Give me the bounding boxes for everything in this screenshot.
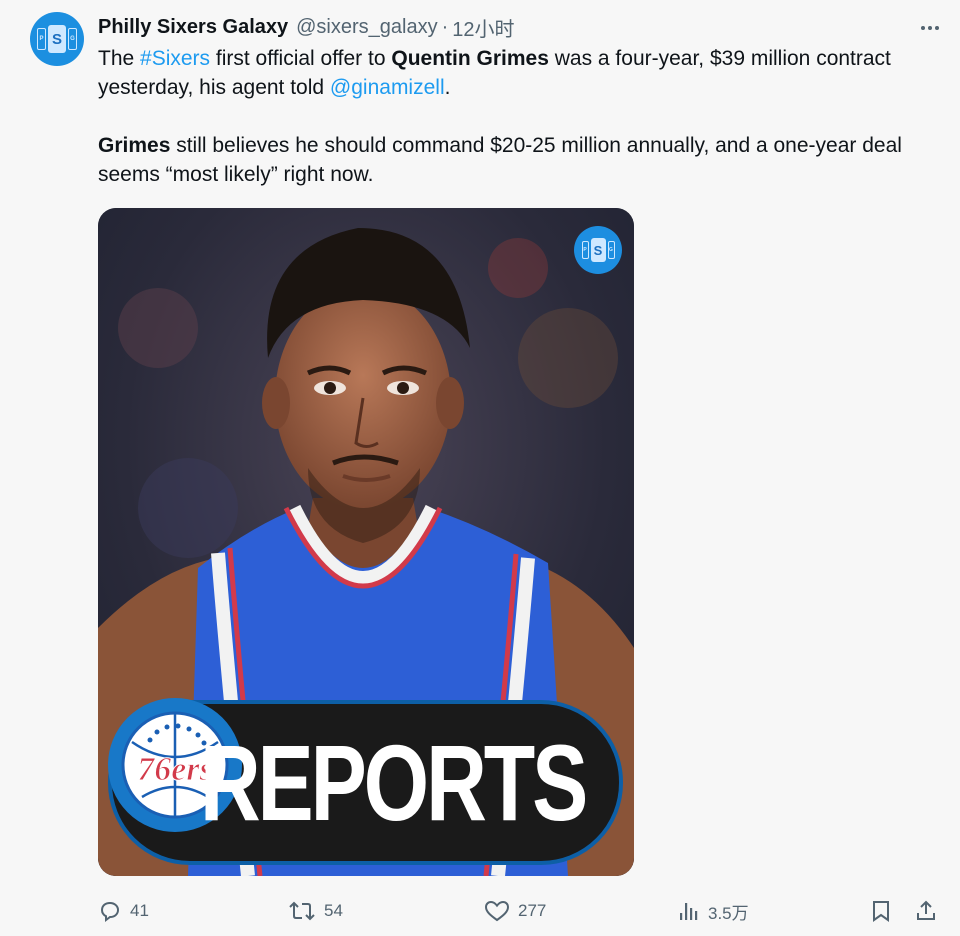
more-icon bbox=[921, 26, 925, 30]
psg-logo-icon: P S G bbox=[37, 25, 77, 53]
tweet-text: The #Sixers first official offer to Quen… bbox=[98, 44, 928, 189]
author-name[interactable]: Philly Sixers Galaxy bbox=[98, 16, 288, 39]
hashtag-link[interactable]: #Sixers bbox=[140, 47, 210, 70]
views-count: 3.5万 bbox=[708, 903, 749, 923]
bold-name: Grimes bbox=[98, 134, 171, 157]
text-run: still believes he should command $20-25 … bbox=[98, 134, 902, 186]
reply-button[interactable]: 41 bbox=[98, 894, 149, 928]
logo-letter-s: S bbox=[48, 25, 66, 53]
tweet-header: Philly Sixers Galaxy @sixers_galaxy · 12… bbox=[98, 12, 515, 42]
more-options-button[interactable] bbox=[912, 18, 948, 38]
more-icon bbox=[935, 26, 939, 30]
reply-icon bbox=[100, 901, 120, 922]
heart-icon bbox=[484, 900, 510, 922]
paragraph-1: The #Sixers first official offer to Quen… bbox=[98, 44, 928, 102]
psg-corner-logo: P S G bbox=[574, 226, 622, 274]
logo-letter-p: P bbox=[37, 28, 46, 50]
logo-letter-s: S bbox=[590, 238, 606, 262]
text-run: first official offer to bbox=[210, 47, 392, 70]
share-icon bbox=[917, 900, 935, 920]
text-run: The bbox=[98, 47, 141, 70]
like-count: 277 bbox=[518, 901, 547, 920]
separator-dot: · bbox=[441, 15, 449, 38]
bookmark-icon bbox=[873, 901, 889, 922]
text-run: . bbox=[444, 76, 451, 99]
banner-title: REPORTS bbox=[199, 722, 589, 843]
retweet-icon bbox=[289, 901, 315, 921]
bookmark-button[interactable] bbox=[870, 894, 892, 928]
share-button[interactable] bbox=[914, 894, 938, 928]
psg-logo-icon: P S G bbox=[581, 238, 615, 262]
author-handle[interactable]: @sixers_galaxy bbox=[296, 16, 437, 39]
tweet: P S G Philly Sixers Galaxy @sixers_galax… bbox=[0, 0, 960, 936]
like-button[interactable]: 277 bbox=[484, 894, 546, 928]
avatar[interactable]: P S G bbox=[30, 12, 84, 66]
timestamp[interactable]: 12小时 bbox=[452, 13, 514, 42]
reply-count: 41 bbox=[130, 901, 149, 920]
retweet-count: 54 bbox=[324, 901, 343, 920]
mention-link[interactable]: @ginamizell bbox=[330, 76, 445, 99]
action-bar: 41 54 277 3.5万 bbox=[98, 894, 946, 928]
views-icon bbox=[680, 903, 698, 920]
logo-letter-g: G bbox=[607, 241, 615, 259]
bold-name: Quentin Grimes bbox=[391, 47, 549, 70]
logo-letter-p: P bbox=[581, 241, 589, 259]
more-icon bbox=[928, 26, 932, 30]
paragraph-2: Grimes still believes he should command … bbox=[98, 131, 928, 189]
views-button[interactable]: 3.5万 bbox=[678, 894, 749, 928]
logo-letter-g: G bbox=[68, 28, 77, 50]
retweet-button[interactable]: 54 bbox=[288, 894, 343, 928]
